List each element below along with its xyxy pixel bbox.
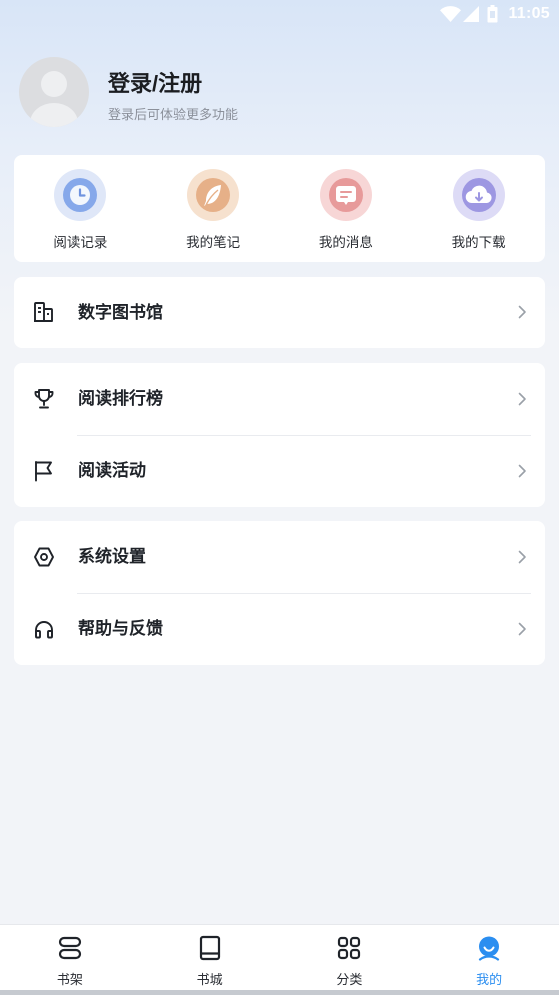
message-icon bbox=[319, 169, 372, 221]
menu-group-library: 数字图书馆 bbox=[14, 277, 545, 348]
tab-bookstore[interactable]: 书城 bbox=[140, 925, 280, 991]
menu-item-label: 阅读活动 bbox=[78, 461, 146, 480]
menu-item-label: 阅读排行榜 bbox=[78, 389, 163, 408]
tab-label: 书架 bbox=[56, 972, 83, 987]
tab-label: 分类 bbox=[336, 972, 363, 987]
tab-label: 书城 bbox=[196, 972, 223, 987]
chevron-right-icon bbox=[518, 464, 526, 478]
bookshelf-icon bbox=[58, 936, 81, 960]
menu-item-label: 帮助与反馈 bbox=[78, 619, 163, 638]
feather-icon bbox=[187, 169, 240, 221]
avatar[interactable] bbox=[19, 57, 89, 127]
menu-group-settings: 系统设置 帮助与反馈 bbox=[14, 521, 545, 665]
battery-icon bbox=[487, 5, 498, 23]
menu-item-digital-library[interactable]: 数字图书馆 bbox=[14, 277, 545, 348]
quick-action-my-notes[interactable]: 我的笔记 bbox=[147, 155, 280, 262]
quick-actions-card: 阅读记录 我的笔记 我的消息 我的下载 bbox=[14, 155, 545, 262]
settings-hexagon-icon bbox=[34, 547, 54, 567]
menu-item-reading-events[interactable]: 阅读活动 bbox=[14, 435, 545, 507]
quick-action-label: 我的消息 bbox=[318, 235, 373, 250]
tab-bookshelf[interactable]: 书架 bbox=[0, 925, 140, 991]
chevron-right-icon bbox=[518, 392, 526, 406]
menu-item-system-settings[interactable]: 系统设置 bbox=[14, 521, 545, 593]
quick-action-label: 我的下载 bbox=[451, 235, 506, 250]
quick-action-my-messages[interactable]: 我的消息 bbox=[280, 155, 413, 262]
wifi-icon bbox=[440, 6, 461, 22]
login-register-link[interactable]: 登录/注册 bbox=[108, 66, 202, 98]
menu-group-reading: 阅读排行榜 阅读活动 bbox=[14, 363, 545, 507]
trophy-icon bbox=[34, 389, 54, 409]
system-navigation-edge bbox=[0, 990, 559, 995]
status-bar: 11:05 bbox=[0, 0, 559, 30]
status-time: 11:05 bbox=[508, 5, 550, 22]
tab-categories[interactable]: 分类 bbox=[280, 925, 420, 991]
login-hint-text: 登录后可体验更多功能 bbox=[108, 107, 239, 122]
chevron-right-icon bbox=[518, 622, 526, 636]
profile-icon bbox=[479, 936, 500, 961]
headphones-icon bbox=[35, 621, 53, 639]
clock-icon bbox=[54, 169, 107, 221]
quick-action-label: 阅读记录 bbox=[53, 235, 108, 250]
category-grid-icon bbox=[338, 936, 361, 960]
quick-action-reading-history[interactable]: 阅读记录 bbox=[14, 155, 147, 262]
signal-icon bbox=[463, 6, 479, 22]
chevron-right-icon bbox=[518, 305, 526, 319]
flag-icon bbox=[35, 461, 52, 482]
book-icon bbox=[199, 935, 220, 961]
menu-item-label: 系统设置 bbox=[78, 547, 146, 566]
menu-item-reading-rankings[interactable]: 阅读排行榜 bbox=[14, 363, 545, 435]
quick-action-my-downloads[interactable]: 我的下载 bbox=[412, 155, 545, 262]
chevron-right-icon bbox=[518, 550, 526, 564]
menu-item-label: 数字图书馆 bbox=[78, 303, 163, 322]
library-building-icon bbox=[34, 302, 53, 322]
quick-action-label: 我的笔记 bbox=[186, 235, 241, 250]
tab-mine[interactable]: 我的 bbox=[419, 925, 559, 991]
menu-item-help-feedback[interactable]: 帮助与反馈 bbox=[14, 593, 545, 665]
avatar-placeholder-icon bbox=[30, 71, 78, 127]
cloud-download-icon bbox=[452, 169, 505, 221]
bottom-tab-bar: 书架 书城 分类 我的 bbox=[0, 924, 559, 990]
tab-label: 我的 bbox=[476, 972, 503, 987]
